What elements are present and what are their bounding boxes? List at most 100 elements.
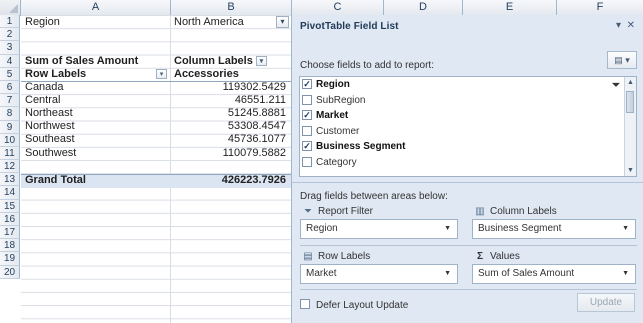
chevron-down-icon[interactable]: ▼ bbox=[444, 220, 451, 238]
area-field-business-segment[interactable]: Business Segment ▼ bbox=[473, 220, 635, 238]
area-field-sum-of-sales-amount[interactable]: Sum of Sales Amount ▼ bbox=[473, 265, 635, 283]
row-header[interactable]: 17 bbox=[0, 226, 20, 240]
row-labels-dropdown-icon[interactable]: ▾ bbox=[156, 69, 167, 79]
report-filter-label[interactable]: Region bbox=[25, 16, 165, 29]
pivot-field-list-panel: PivotTable Field List ▾ ✕ Choose fields … bbox=[291, 15, 643, 323]
area-title: Row Labels bbox=[318, 251, 371, 262]
report-filter-value[interactable]: North America bbox=[174, 16, 274, 29]
values-area[interactable]: Sum of Sales Amount ▼ bbox=[472, 264, 636, 284]
column-header-f[interactable]: F bbox=[557, 0, 643, 15]
row-header[interactable]: 4 bbox=[0, 54, 20, 68]
area-field-market[interactable]: Market ▼ bbox=[301, 265, 457, 283]
row-header[interactable]: 14 bbox=[0, 186, 20, 200]
row-header[interactable]: 11 bbox=[0, 146, 20, 161]
grand-total-value[interactable]: 426223.7926 bbox=[174, 174, 286, 187]
row-header[interactable]: 15 bbox=[0, 199, 20, 213]
value-cell[interactable]: 45736.1077 bbox=[174, 133, 286, 146]
row-label-cell[interactable]: Central bbox=[25, 94, 165, 107]
report-filter-area[interactable]: Region ▼ bbox=[300, 219, 458, 239]
field-item-market[interactable]: ✓ Market bbox=[300, 108, 636, 124]
row-label-cell[interactable]: Northeast bbox=[25, 107, 165, 120]
panel-splitter[interactable] bbox=[292, 182, 643, 183]
column-item-accessories[interactable]: Accessories bbox=[174, 68, 288, 81]
row-header[interactable]: 2 bbox=[0, 28, 20, 42]
sigma-icon: Σ bbox=[476, 251, 483, 262]
row-header[interactable]: 13 bbox=[0, 173, 20, 187]
close-icon[interactable]: ✕ bbox=[627, 20, 635, 31]
row-label-cell[interactable]: Canada bbox=[25, 81, 165, 94]
checkbox-checked-icon[interactable]: ✓ bbox=[302, 141, 312, 151]
row-header[interactable]: 3 bbox=[0, 41, 20, 55]
defer-layout-update[interactable]: Defer Layout Update bbox=[300, 298, 408, 311]
row-label-cell[interactable]: Northwest bbox=[25, 120, 165, 133]
report-filter-dropdown-icon[interactable]: ▾ bbox=[276, 16, 289, 28]
chevron-down-icon[interactable]: ▼ bbox=[444, 265, 451, 283]
grand-total-label[interactable]: Grand Total bbox=[25, 174, 165, 187]
row-header[interactable]: 7 bbox=[0, 94, 20, 108]
row-header[interactable]: 19 bbox=[0, 252, 20, 266]
value-cell[interactable]: 119302.5429 bbox=[174, 81, 286, 94]
row-label-cell[interactable]: Southwest bbox=[25, 147, 165, 160]
column-labels-header[interactable]: Column Labels ▾ bbox=[174, 55, 274, 68]
area-divider bbox=[300, 245, 637, 246]
checkbox-checked-icon[interactable]: ✓ bbox=[302, 110, 312, 120]
field-item-business-segment[interactable]: ✓ Business Segment bbox=[300, 139, 636, 155]
area-field-region[interactable]: Region ▼ bbox=[301, 220, 457, 238]
value-cell[interactable]: 110079.5882 bbox=[174, 147, 286, 160]
field-item-category[interactable]: Category bbox=[300, 155, 636, 171]
value-cell[interactable]: 51245.8881 bbox=[174, 107, 286, 120]
row-labels-area[interactable]: Market ▼ bbox=[300, 264, 458, 284]
column-divider bbox=[170, 15, 171, 323]
row-header[interactable]: 20 bbox=[0, 265, 20, 279]
filter-icon: ⏷ bbox=[304, 206, 312, 217]
area-title: Values bbox=[490, 251, 520, 262]
select-all-corner[interactable] bbox=[0, 0, 21, 15]
row-header[interactable]: 16 bbox=[0, 212, 20, 226]
scroll-up-icon[interactable]: ▲ bbox=[625, 77, 636, 88]
values-area-label: Σ Values bbox=[474, 251, 520, 262]
row-header[interactable]: 5 bbox=[0, 67, 20, 81]
column-header-d[interactable]: D bbox=[384, 0, 463, 15]
checkbox-unchecked-icon[interactable] bbox=[302, 94, 312, 105]
area-field-label: Region bbox=[306, 223, 338, 234]
row-header[interactable]: 12 bbox=[0, 160, 20, 174]
field-list-layout-button[interactable]: ▤ ▾ bbox=[607, 51, 637, 69]
row-header[interactable]: 10 bbox=[0, 133, 20, 147]
checkbox-unchecked-icon[interactable] bbox=[302, 156, 312, 167]
row-header[interactable]: 8 bbox=[0, 107, 20, 121]
row-header[interactable]: 18 bbox=[0, 239, 20, 253]
row-label-cell[interactable]: Southeast bbox=[25, 133, 165, 146]
panel-menu-icon[interactable]: ▾ bbox=[616, 20, 621, 31]
scrollbar-thumb[interactable] bbox=[626, 91, 634, 113]
row-labels-header[interactable]: Row Labels bbox=[25, 68, 170, 81]
column-labels-area-label: ▥ Column Labels bbox=[474, 206, 557, 217]
chevron-down-icon[interactable]: ▼ bbox=[622, 265, 629, 283]
column-labels-area[interactable]: Business Segment ▼ bbox=[472, 219, 636, 239]
value-cell[interactable]: 46551.211 bbox=[174, 94, 286, 107]
value-cell[interactable]: 53308.4547 bbox=[174, 120, 286, 133]
pivot-panel-title: PivotTable Field List bbox=[300, 21, 399, 32]
column-header-b[interactable]: B bbox=[171, 0, 292, 15]
defer-label: Defer Layout Update bbox=[316, 300, 409, 311]
field-item-customer[interactable]: Customer bbox=[300, 124, 636, 140]
area-field-label: Business Segment bbox=[478, 223, 562, 234]
drag-fields-hint: Drag fields between areas below: bbox=[300, 191, 448, 202]
chevron-down-icon[interactable]: ▼ bbox=[622, 220, 629, 238]
row-header[interactable]: 6 bbox=[0, 80, 20, 95]
update-button[interactable]: Update bbox=[577, 293, 635, 312]
scroll-down-icon[interactable]: ▼ bbox=[625, 165, 636, 176]
column-header-c[interactable]: C bbox=[292, 0, 384, 15]
field-item-subregion[interactable]: SubRegion bbox=[300, 93, 636, 109]
row-header[interactable]: 9 bbox=[0, 120, 20, 134]
row-header[interactable]: 1 bbox=[0, 15, 20, 29]
checkbox-checked-icon[interactable]: ✓ bbox=[302, 79, 312, 89]
column-header-a[interactable]: A bbox=[21, 0, 171, 15]
values-header[interactable]: Sum of Sales Amount bbox=[25, 55, 170, 68]
field-list-scrollbar[interactable]: ▲ ▼ bbox=[624, 77, 636, 176]
column-header-e[interactable]: E bbox=[463, 0, 557, 15]
checkbox-unchecked-icon[interactable] bbox=[300, 299, 310, 309]
area-title: Column Labels bbox=[490, 206, 557, 217]
field-item-region[interactable]: ✓ Region ⏷ bbox=[300, 77, 636, 93]
checkbox-unchecked-icon[interactable] bbox=[302, 125, 312, 136]
column-labels-dropdown-icon[interactable]: ▾ bbox=[255, 56, 267, 67]
